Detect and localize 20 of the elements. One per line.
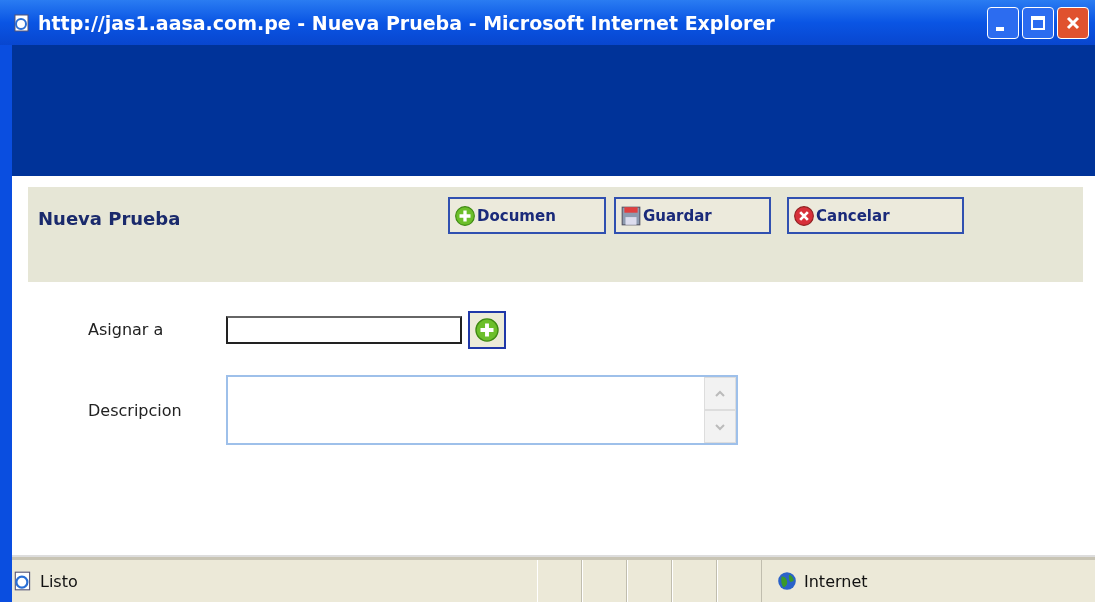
close-button[interactable] (1057, 6, 1089, 39)
field-label: Descripcion (88, 400, 183, 420)
plus-icon (474, 316, 500, 343)
maximize-button[interactable] (1022, 6, 1054, 39)
status-text: Listo (40, 571, 78, 591)
security-zone: Internet (804, 571, 868, 591)
cancel-icon (793, 204, 815, 227)
field-label: Asignar a (88, 320, 165, 339)
toolbar-button[interactable]: Guardar (614, 197, 771, 234)
globe-icon (776, 570, 798, 592)
add-button[interactable] (468, 310, 506, 349)
minimize-button[interactable] (987, 6, 1019, 39)
page-heading: Nueva Prueba (38, 208, 182, 229)
plus-icon (454, 204, 476, 227)
input-field[interactable] (226, 315, 462, 344)
toolbar-button[interactable]: Cancelar (787, 197, 964, 234)
page-icon (12, 12, 32, 33)
minimize-icon (996, 26, 1004, 31)
window-title: http://jas1.aasa.com.pe - Nueva Prueba - Microsoft Internet Explorer (38, 11, 776, 34)
toolbar-button[interactable]: Documen (448, 197, 606, 234)
